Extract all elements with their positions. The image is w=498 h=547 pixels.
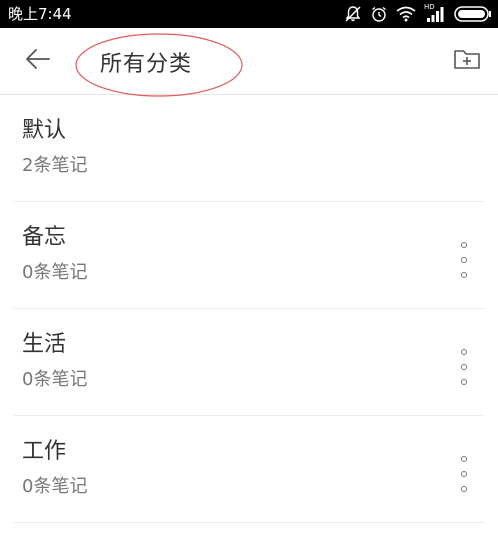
more-vertical-icon (461, 242, 467, 248)
category-item-work[interactable]: 工作 0条笔记 (14, 416, 484, 523)
add-folder-icon (453, 47, 481, 75)
app-bar: 所有分类 (0, 28, 498, 98)
status-bar: 晚上7:44 HD (0, 0, 498, 28)
more-dot (461, 272, 467, 278)
category-item-memo[interactable]: 备忘 0条笔记 (14, 202, 484, 309)
arrow-left-icon (25, 48, 51, 74)
title-container: 所有分类 (74, 32, 244, 98)
category-name: 备忘 (22, 225, 67, 250)
more-dot (461, 486, 467, 492)
more-options-button[interactable] (454, 456, 474, 492)
page-title: 所有分类 (100, 52, 193, 77)
more-vertical-icon (461, 456, 467, 462)
more-dot (461, 257, 467, 263)
wifi-icon (396, 6, 416, 22)
more-options-button[interactable] (454, 242, 474, 278)
add-category-button[interactable] (450, 44, 484, 78)
category-note-count: 0条笔记 (22, 476, 88, 497)
status-icons: HD (344, 3, 492, 24)
category-list: 默认 2条笔记 备忘 0条笔记 生活 0条笔记 工作 0条笔记 (0, 95, 498, 523)
category-note-count: 0条笔记 (22, 262, 88, 283)
category-name: 默认 (22, 118, 67, 143)
more-dot (461, 379, 467, 385)
category-name: 生活 (22, 332, 67, 357)
category-item-life[interactable]: 生活 0条笔记 (14, 309, 484, 416)
status-time: 晚上7:44 (8, 5, 72, 23)
more-options-button[interactable] (454, 349, 474, 385)
more-dot (461, 471, 467, 477)
signal-icon: HD (424, 3, 446, 23)
category-name: 工作 (22, 439, 67, 464)
alarm-icon (370, 5, 388, 23)
battery-icon (454, 6, 492, 22)
mute-icon (344, 5, 362, 23)
more-vertical-icon (461, 349, 467, 355)
category-item-default[interactable]: 默认 2条笔记 (14, 95, 484, 202)
more-dot (461, 364, 467, 370)
category-note-count: 2条笔记 (22, 155, 88, 176)
back-button[interactable] (18, 44, 58, 78)
category-note-count: 0条笔记 (22, 369, 88, 390)
